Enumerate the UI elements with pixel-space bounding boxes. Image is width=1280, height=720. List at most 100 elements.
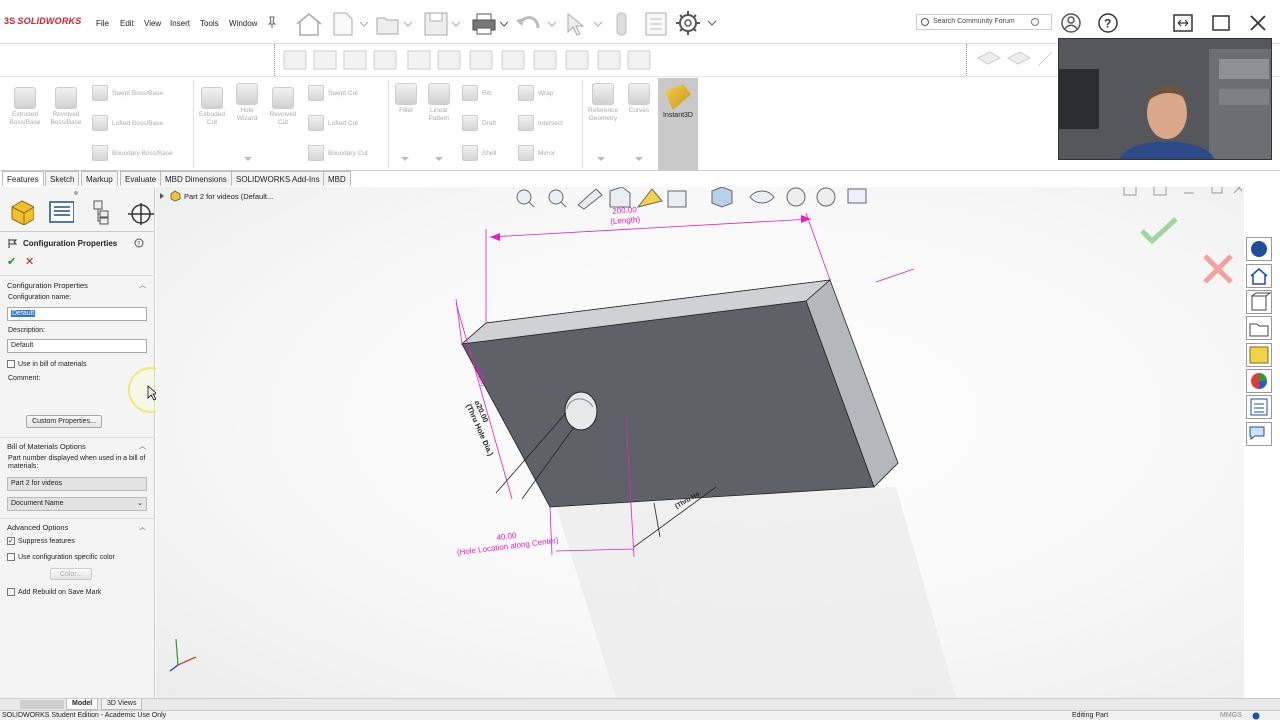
extruded-boss-button[interactable]: Extruded Boss/Base [6,87,44,127]
graphics-area[interactable]: 200.00 (Length) (Width) ⌀20.00 (Thru Hole … [156,187,1244,698]
tab-scroll-controls[interactable] [20,700,64,709]
comment-field[interactable] [7,385,147,407]
mirror-button[interactable]: Mirror [518,145,555,161]
view-palette-icon[interactable] [1246,343,1272,367]
draft-button[interactable]: Draft [462,115,496,131]
collapse-chevron-icon[interactable]: ︿ [139,280,146,290]
swept-cut-button[interactable]: Swept Cut [308,85,358,101]
swept-boss-button[interactable]: Swept Boss/Base [92,85,163,101]
section-bom-options[interactable]: Bill of Materials Options [7,442,86,451]
appearances-icon[interactable] [1246,369,1272,393]
maximize-icon[interactable] [1210,12,1232,34]
intersect-button[interactable]: Intersect [518,115,563,131]
section-configuration-properties[interactable]: Configuration Properties [7,281,88,290]
help-icon[interactable]: ? [1097,12,1119,34]
lofted-cut-button[interactable]: Lofted Cut [308,115,358,131]
description-field[interactable]: Default [7,339,147,353]
search-options-icon[interactable] [1031,18,1039,26]
menu-edit[interactable]: Edit [120,19,134,28]
feature-tree-root[interactable]: Part 2 for videos (Default... [184,192,273,201]
home-pane-icon[interactable] [1246,264,1272,288]
select-icon[interactable] [562,10,606,38]
use-in-bom-checkbox[interactable]: Use in bill of materials [7,360,86,368]
design-library-icon[interactable] [1246,290,1272,314]
lofted-boss-button[interactable]: Lofted Boss/Base [92,115,163,131]
curves-dropdown-icon[interactable] [634,155,644,163]
menu-file[interactable]: File [96,19,109,28]
expand-arrow-icon[interactable] [158,192,166,200]
menu-tools[interactable]: Tools [200,19,219,28]
new-document-icon[interactable] [330,10,370,38]
feature-manager-icon[interactable] [6,199,34,225]
color-button[interactable]: Color... [50,568,92,580]
tab-3d-views[interactable]: 3D Views [101,699,143,710]
open-icon[interactable] [374,10,414,38]
tab-features[interactable]: Features [2,171,44,186]
menu-window[interactable]: Window [229,19,257,28]
boundary-cut-button[interactable]: Boundary Cut [308,145,368,161]
collapse-chevron-icon[interactable]: ︿ [139,522,146,532]
tab-mbd-dimensions[interactable]: MBD Dimensions [160,171,232,186]
close-icon[interactable] [1247,12,1269,34]
custom-properties-icon[interactable] [1246,395,1272,419]
instant3d-button[interactable]: Instant3D [658,78,698,170]
menu-view[interactable]: View [144,19,161,28]
forum-icon[interactable] [1246,422,1272,446]
use-configuration-color-checkbox[interactable]: Use configuration specific color [7,553,115,561]
suppress-features-checkbox[interactable]: ✓ Suppress features [7,537,75,545]
revolved-boss-button[interactable]: Revolved Boss/Base [46,87,86,127]
file-explorer-icon[interactable] [1246,316,1272,340]
save-icon[interactable] [422,10,462,38]
viewport-window-controls[interactable] [1122,187,1242,201]
undo-icon[interactable] [514,10,558,38]
wrap-button[interactable]: Wrap [518,85,553,101]
status-units[interactable]: MMGS [1220,712,1242,719]
extruded-cut-button[interactable]: Extruded Cut [196,87,228,127]
pattern-dropdown-icon[interactable] [434,155,444,163]
file-properties-icon[interactable] [642,10,670,38]
home-icon[interactable] [294,10,324,38]
search-input[interactable]: Search Community Forum [916,14,1052,30]
boundary-boss-button[interactable]: Boundary Boss/Base [92,145,173,161]
hole-wizard-dropdown-icon[interactable] [243,155,253,163]
curves-button[interactable]: Curves [624,83,654,115]
add-rebuild-checkbox[interactable]: Add Rebuild on Save Mark [7,588,101,596]
custom-properties-button[interactable]: Custom Properties... [26,415,102,428]
ok-check-icon[interactable]: ✔ [7,255,16,268]
rebuild-icon[interactable] [612,10,632,38]
shell-button[interactable]: Shell [462,145,496,161]
confirmation-accept-icon[interactable] [1140,217,1180,247]
solidworks-resources-icon[interactable] [1246,237,1272,261]
tab-evaluate[interactable]: Evaluate [120,171,162,186]
configuration-name-field[interactable]: Default [7,307,147,321]
part-number-source-select[interactable]: Document Name ⌄ [7,497,147,511]
collapse-chevron-icon[interactable]: ︿ [139,441,146,451]
status-info-icon[interactable] [1252,712,1260,720]
tab-sketch[interactable]: Sketch [45,171,80,186]
cancel-x-icon[interactable]: ✕ [25,255,34,268]
tab-solidworks-add-ins[interactable]: SOLIDWORKS Add-Ins [231,171,325,186]
tab-mbd[interactable]: MBD [323,171,351,186]
solidworks-logo[interactable]: 3S SOLIDWORKS [4,16,81,26]
hole-wizard-button[interactable]: Hole Wizard [230,83,264,123]
print-icon[interactable] [468,10,510,38]
menu-insert[interactable]: Insert [170,19,190,28]
panel-help-icon[interactable]: ? [134,238,144,248]
part-number-field[interactable]: Part 2 for videos [7,477,147,491]
restore-fit-icon[interactable] [1172,12,1194,34]
reference-geometry-button[interactable]: Reference Geometry [584,83,622,123]
confirmation-cancel-icon[interactable] [1202,253,1234,285]
fillet-dropdown-icon[interactable] [400,155,410,163]
dimxpert-manager-icon[interactable] [126,199,154,225]
tab-model[interactable]: Model [66,699,99,710]
rib-button[interactable]: Rib [462,85,492,101]
tab-markup[interactable]: Markup [81,171,118,186]
linear-pattern-button[interactable]: Linear Pattern [422,83,456,123]
options-gear-icon[interactable] [674,8,718,38]
section-advanced-options[interactable]: Advanced Options [7,523,68,532]
property-manager-icon[interactable] [46,199,74,225]
configuration-manager-icon[interactable] [86,199,114,225]
user-account-icon[interactable] [1060,12,1082,34]
fillet-button[interactable]: Fillet [392,83,420,115]
reference-dropdown-icon[interactable] [596,155,606,163]
